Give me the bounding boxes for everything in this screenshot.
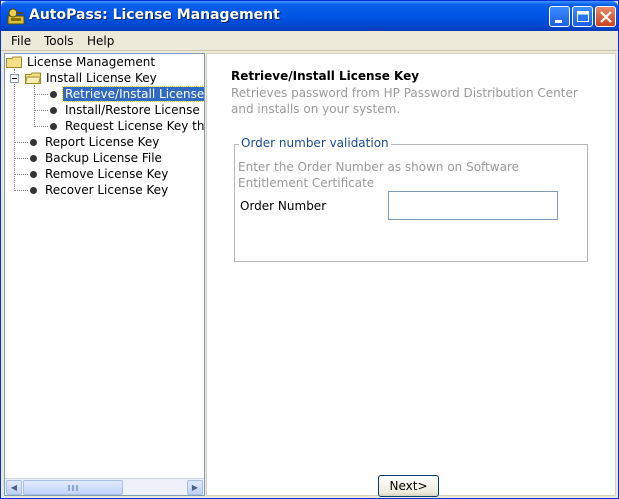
tree-label: Report License Key: [45, 135, 160, 149]
tree-item-install-license-key[interactable]: Install License Key: [25, 70, 159, 86]
scroll-right-button[interactable]: ▶: [187, 480, 203, 495]
tree-label: Remove License Key: [45, 167, 169, 181]
maximize-icon: [577, 11, 589, 22]
scroll-left-button[interactable]: ◀: [6, 480, 22, 495]
tree-guide-line: [34, 126, 48, 127]
tree-item-recover-license[interactable]: Recover License Key: [43, 182, 170, 198]
tree-guide-line: [14, 158, 28, 159]
bullet-icon: [50, 107, 57, 114]
tree-guide-line: [14, 190, 28, 191]
order-number-input[interactable]: [388, 191, 558, 220]
navigation-tree[interactable]: License Management Install License Key R…: [4, 53, 205, 496]
content-panel: Retrieve/Install License Key Retrieves p…: [206, 53, 616, 497]
bullet-icon: [50, 91, 57, 98]
tree-label: Backup License File: [45, 151, 162, 165]
tree-item-license-management[interactable]: License Management: [6, 54, 157, 70]
menu-help[interactable]: Help: [87, 34, 114, 48]
open-folder-icon: [25, 72, 41, 84]
tree-label: Install/Restore License Key: [65, 103, 204, 117]
close-button[interactable]: [595, 6, 616, 27]
tree-item-request-license[interactable]: Request License Key thro: [63, 118, 205, 134]
tree-label: License Management: [27, 55, 156, 69]
group-title: Order number validation: [239, 136, 391, 150]
tree-guide-line: [34, 94, 48, 95]
menu-tools[interactable]: Tools: [44, 34, 74, 48]
tree-label: Install License Key: [46, 71, 157, 85]
tree-guide-line: [14, 174, 28, 175]
folder-icon: [6, 56, 22, 68]
order-hint: Enter the Order Number as shown on Softw…: [238, 160, 519, 190]
grip-icon: [68, 485, 78, 491]
tree-label: Request License Key thro: [65, 119, 205, 133]
horizontal-scrollbar[interactable]: ◀ ▶: [5, 478, 204, 495]
menu-file[interactable]: File: [11, 34, 31, 48]
tree-guide-line: [14, 142, 28, 143]
tree-guide-line: [34, 85, 35, 127]
minimize-icon: [555, 20, 562, 23]
tree-item-remove-license[interactable]: Remove License Key: [43, 166, 170, 182]
bullet-icon: [30, 187, 37, 194]
scroll-thumb[interactable]: [23, 480, 123, 495]
bullet-icon: [30, 171, 37, 178]
tree-guide-line: [14, 69, 15, 191]
tree-item-install-restore[interactable]: Install/Restore License Key: [63, 102, 204, 118]
menu-bar: File Tools Help: [1, 31, 618, 51]
order-number-label: Order Number: [240, 199, 327, 213]
tree-item-backup-license[interactable]: Backup License File: [43, 150, 164, 166]
bullet-icon: [30, 155, 37, 162]
arrow-left-icon: ◀: [10, 483, 18, 492]
order-validation-group: Order number validation Enter the Order …: [234, 136, 588, 262]
tree-guide-line: [34, 110, 48, 111]
bullet-icon: [30, 139, 37, 146]
collapse-toggle[interactable]: [10, 74, 19, 83]
app-window: AutoPass: License Management File Tools …: [0, 0, 619, 499]
page-description: Retrieves password from HP Password Dist…: [231, 86, 578, 116]
tree-label: Recover License Key: [45, 183, 169, 197]
title-bar[interactable]: AutoPass: License Management: [1, 1, 618, 31]
next-button[interactable]: Next>: [378, 475, 439, 497]
arrow-right-icon: ▶: [191, 483, 199, 492]
bullet-icon: [50, 123, 57, 130]
tree-item-retrieve-install[interactable]: Retrieve/Install License Key: [62, 86, 204, 102]
tree-item-report-license[interactable]: Report License Key: [43, 134, 161, 150]
window-title: AutoPass: License Management: [29, 7, 280, 23]
close-icon: [600, 11, 612, 23]
page-heading: Retrieve/Install License Key: [231, 69, 420, 83]
key-pass-icon: [7, 8, 25, 25]
minimize-button[interactable]: [549, 6, 570, 27]
tree-label: Retrieve/Install License Key: [62, 86, 204, 102]
maximize-button[interactable]: [572, 6, 593, 27]
